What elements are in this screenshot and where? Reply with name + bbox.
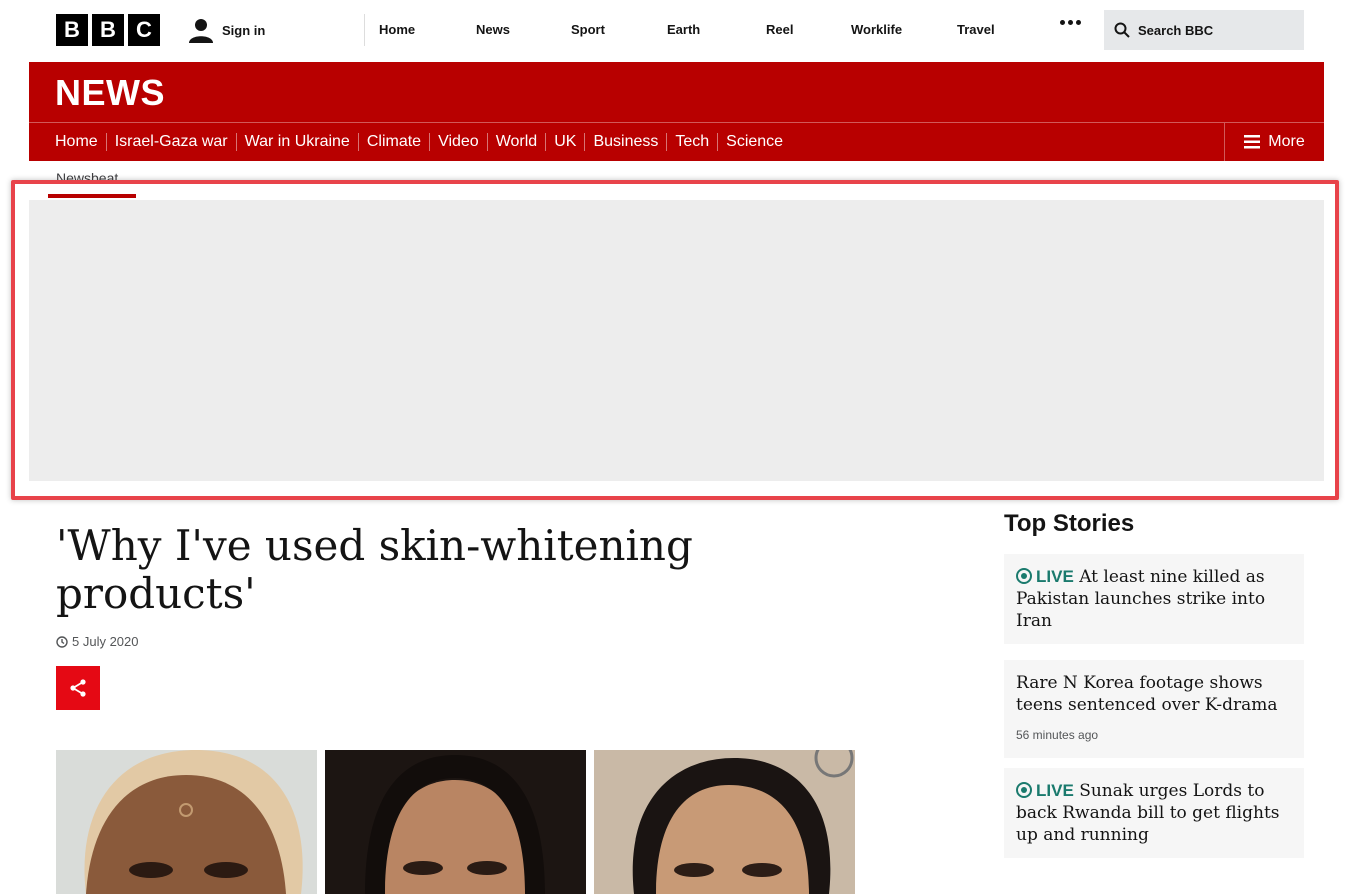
share-button[interactable] (56, 666, 100, 710)
story-headline: Rare N Korea footage shows teens sentenc… (1016, 673, 1278, 715)
more-menu-icon[interactable] (1060, 20, 1081, 25)
global-nav: Home News Sport Earth Reel Worklife Trav… (364, 14, 1044, 46)
news-more-button[interactable]: More (1224, 123, 1324, 161)
news-nav-tech[interactable]: Tech (667, 133, 719, 151)
logo-letter: B (56, 14, 88, 46)
news-nav-ukraine[interactable]: War in Ukraine (237, 133, 359, 151)
news-banner: NEWS Home Israel-Gaza war War in Ukraine… (29, 62, 1324, 161)
user-icon (189, 19, 213, 43)
global-nav-news[interactable]: News (476, 22, 510, 37)
article-image (325, 750, 586, 894)
live-icon (1016, 782, 1032, 798)
news-nav: Home Israel-Gaza war War in Ukraine Clim… (55, 123, 791, 161)
news-more-label: More (1268, 133, 1305, 150)
news-nav-video[interactable]: Video (430, 133, 488, 151)
top-story-item[interactable]: LIVE At least nine killed as Pakistan la… (1004, 554, 1304, 644)
news-nav-business[interactable]: Business (585, 133, 668, 151)
article-image (56, 750, 317, 894)
clock-icon (56, 635, 68, 648)
global-nav-home[interactable]: Home (379, 22, 415, 37)
live-badge: LIVE (1036, 781, 1074, 800)
news-nav-climate[interactable]: Climate (359, 133, 431, 151)
sign-in-button[interactable]: Sign in (188, 14, 265, 46)
global-nav-sport[interactable]: Sport (571, 22, 605, 37)
hamburger-icon (1244, 135, 1261, 149)
article-date: 5 July 2020 (56, 634, 139, 649)
news-logo[interactable]: NEWS (55, 72, 165, 114)
global-nav-earth[interactable]: Earth (667, 22, 700, 37)
logo-letter: C (128, 14, 160, 46)
article-image-strip (56, 750, 855, 894)
global-header: B B C Sign in Home News Sport Earth Reel… (0, 0, 1357, 60)
top-story-item[interactable]: LIVE Sunak urges Lords to back Rwanda bi… (1004, 768, 1304, 858)
story-timestamp: 56 minutes ago (1016, 728, 1099, 742)
share-icon (70, 679, 86, 697)
bbc-logo[interactable]: B B C (56, 14, 160, 46)
search-placeholder: Search BBC (1138, 22, 1214, 38)
live-badge: LIVE (1036, 567, 1074, 586)
search-icon (1114, 22, 1130, 38)
top-stories-title: Top Stories (1004, 510, 1135, 537)
news-nav-science[interactable]: Science (718, 133, 791, 151)
highlight-box (11, 180, 1339, 500)
article-date-text: 5 July 2020 (72, 634, 139, 649)
global-nav-reel[interactable]: Reel (766, 22, 793, 37)
live-icon (1016, 568, 1032, 584)
article-headline: 'Why I've used skin-whitening products' (56, 521, 693, 618)
global-nav-worklife[interactable]: Worklife (851, 22, 902, 37)
news-nav-world[interactable]: World (488, 133, 547, 151)
search-bbc-input[interactable]: Search BBC (1104, 10, 1304, 50)
news-nav-home[interactable]: Home (55, 133, 107, 151)
article-image (594, 750, 855, 894)
sign-in-label: Sign in (222, 22, 266, 38)
news-nav-israel-gaza[interactable]: Israel-Gaza war (107, 133, 237, 151)
global-nav-travel[interactable]: Travel (957, 22, 995, 37)
news-nav-uk[interactable]: UK (546, 133, 586, 151)
logo-letter: B (92, 14, 124, 46)
top-story-item[interactable]: Rare N Korea footage shows teens sentenc… (1004, 660, 1304, 758)
